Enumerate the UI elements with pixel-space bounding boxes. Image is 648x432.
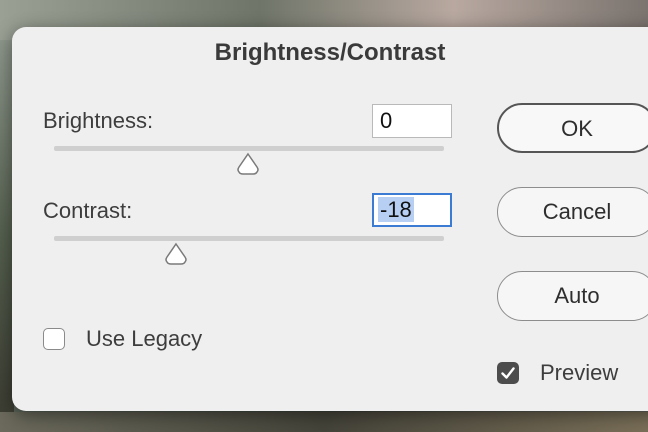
cancel-button[interactable]: Cancel (497, 187, 648, 237)
background-photo-bottom (0, 412, 648, 432)
preview-checkbox[interactable] (497, 362, 519, 384)
dialog-title: Brightness/Contrast (214, 39, 446, 66)
brightness-slider-thumb[interactable] (235, 152, 261, 176)
ok-button[interactable]: OK (497, 103, 648, 153)
use-legacy-checkbox[interactable] (43, 328, 65, 350)
checkmark-icon (501, 367, 515, 379)
use-legacy-label: Use Legacy (86, 326, 203, 351)
preview-label: Preview (540, 360, 619, 385)
contrast-input-selected-text: -18 (378, 197, 414, 222)
contrast-input[interactable]: -18 (372, 193, 452, 227)
contrast-slider-track[interactable] (54, 236, 444, 241)
contrast-label: Contrast: (43, 198, 133, 223)
auto-button[interactable]: Auto (497, 271, 648, 321)
contrast-slider-thumb[interactable] (163, 242, 189, 266)
brightness-label: Brightness: (43, 108, 154, 133)
triangle-thumb-icon (237, 152, 259, 175)
brightness-slider-track[interactable] (54, 146, 444, 151)
brightness-contrast-dialog: Brightness/Contrast Brightness: 0 Contra… (12, 27, 648, 411)
triangle-thumb-icon (165, 242, 187, 265)
brightness-input[interactable]: 0 (372, 104, 452, 138)
